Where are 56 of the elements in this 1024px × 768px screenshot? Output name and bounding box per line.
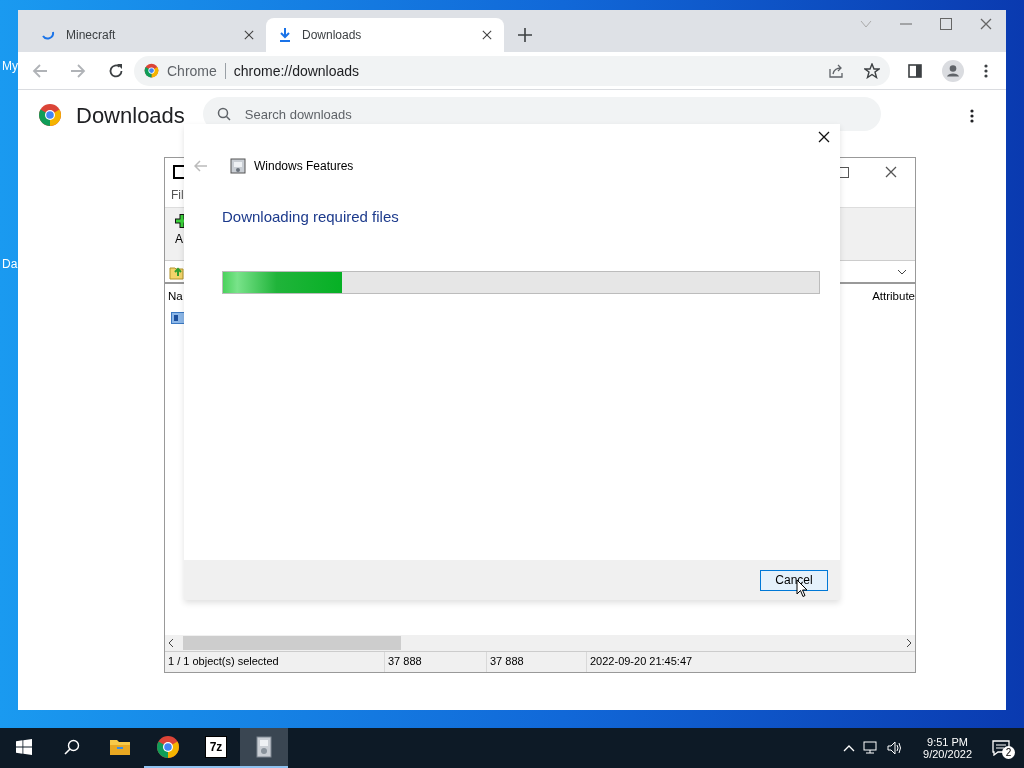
status-bar-cell: 2022-09-20 21:45:47 xyxy=(586,652,906,672)
status-bar-cell: 37 888 xyxy=(384,652,486,672)
page-title: Downloads xyxy=(76,103,185,129)
volume-icon[interactable] xyxy=(887,741,904,755)
url-text: chrome://downloads xyxy=(233,62,360,79)
scroll-left-icon[interactable] xyxy=(167,638,175,648)
status-bar-cell: 37 888 xyxy=(486,652,586,672)
scrollbar-thumb[interactable] xyxy=(183,636,401,650)
maximize-icon[interactable] xyxy=(838,166,849,178)
browser-tab[interactable]: Downloads xyxy=(266,18,504,52)
status-bar-cell-text: 1 / 1 object(s) selected xyxy=(167,654,280,669)
tab-close-icon[interactable] xyxy=(244,30,254,40)
column-header[interactable]: Na xyxy=(168,290,183,302)
folder-icon xyxy=(109,738,131,756)
share-icon[interactable] xyxy=(828,62,844,79)
network-icon[interactable] xyxy=(863,741,880,755)
tab-title: Minecraft xyxy=(66,28,117,42)
tab-title: Downloads xyxy=(302,28,363,42)
notification-icon[interactable] xyxy=(992,740,1010,756)
browser-tab[interactable]: Minecraft xyxy=(28,18,266,52)
chrome-icon xyxy=(156,735,180,759)
tab-close-icon[interactable] xyxy=(482,30,492,40)
menu-icon[interactable] xyxy=(984,63,988,78)
archiver-icon: 7z xyxy=(205,737,227,757)
menu-item[interactable]: Fil xyxy=(171,188,184,202)
maximize-icon[interactable] xyxy=(940,18,952,30)
reload-icon[interactable] xyxy=(108,62,124,79)
site-info-icon xyxy=(144,63,159,78)
star-icon[interactable] xyxy=(864,62,880,79)
dropdown-chevron-icon[interactable] xyxy=(897,267,907,276)
profile-avatar-icon[interactable] xyxy=(942,59,964,82)
cancel-button[interactable]: Cancel xyxy=(760,569,828,591)
scroll-right-icon[interactable] xyxy=(905,638,913,648)
installer-icon xyxy=(230,158,246,174)
search-icon[interactable] xyxy=(64,739,80,755)
toolbar-label: A xyxy=(175,232,184,246)
address-bar[interactable]: Chrome chrome://downloads xyxy=(134,55,890,86)
chevron-up-icon[interactable] xyxy=(843,744,856,752)
column-header[interactable]: Attribute xyxy=(872,290,915,302)
search-icon xyxy=(216,107,231,121)
file-icon xyxy=(171,312,185,324)
dialog-title: Windows Features xyxy=(254,159,354,173)
taskbar-app[interactable] xyxy=(240,728,288,768)
origin-label: Chrome xyxy=(167,62,217,79)
close-icon[interactable] xyxy=(885,166,897,178)
installer-icon xyxy=(254,736,274,758)
notification-badge: 2 xyxy=(1002,746,1015,759)
start-icon[interactable] xyxy=(16,739,32,755)
more-options-icon[interactable] xyxy=(970,109,974,123)
download-icon xyxy=(278,27,292,43)
side-panel-icon[interactable] xyxy=(908,63,922,78)
close-icon[interactable] xyxy=(818,131,830,143)
clock[interactable]: 9:51 PM 9/20/2022 xyxy=(923,736,972,760)
dialog-heading: Downloading required files xyxy=(222,208,400,225)
new-tab-icon[interactable] xyxy=(518,28,532,42)
chrome-logo-icon xyxy=(38,103,62,127)
